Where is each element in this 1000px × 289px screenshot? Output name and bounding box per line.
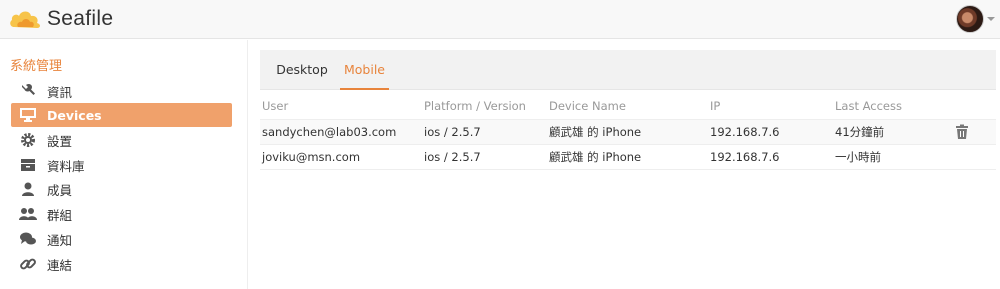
column-header-platform: Platform / Version — [422, 93, 547, 120]
table-row: joviku@msn.com ios / 2.5.7 顧武雄 的 iPhone … — [260, 144, 996, 170]
tab-mobile[interactable]: Mobile — [340, 50, 389, 90]
monitor-icon — [18, 105, 38, 125]
cell-device-name: 顧武雄 的 iPhone — [547, 119, 708, 145]
table-header-row: User Platform / Version Device Name IP L… — [260, 93, 996, 120]
sidebar-item-label: 資訊 — [47, 84, 73, 100]
cell-device-name: 顧武雄 的 iPhone — [547, 144, 708, 170]
cell-actions — [953, 144, 996, 170]
main-content: Desktop Mobile User Platform / Version D… — [258, 50, 996, 289]
trash-icon[interactable] — [955, 124, 969, 140]
sidebar-item-label: 設置 — [47, 133, 73, 149]
column-header-ip: IP — [708, 93, 833, 120]
link-icon — [18, 254, 38, 274]
table-row: sandychen@lab03.com ios / 2.5.7 顧武雄 的 iP… — [260, 119, 996, 145]
admin-sidebar: 系統管理 資訊 Devices 設置 資料庫 成員 群組 通知 連結 — [0, 40, 248, 289]
column-header-last-access: Last Access — [833, 93, 953, 120]
sidebar-title: 系統管理 — [10, 59, 63, 74]
gear-icon — [18, 130, 38, 150]
drawer-icon — [18, 155, 38, 175]
cell-ip: 192.168.7.6 — [708, 144, 833, 170]
sidebar-item-label: 通知 — [47, 232, 73, 248]
seafile-cloud-logo-icon — [10, 11, 40, 28]
user-icon — [18, 179, 38, 199]
sidebar-item-label: 成員 — [47, 182, 73, 198]
top-header: Seafile — [0, 0, 1000, 39]
sidebar-item-devices[interactable]: Devices — [11, 103, 232, 127]
sidebar-item-label: 群組 — [47, 207, 73, 223]
sidebar-item-libraries[interactable]: 資料庫 — [11, 153, 232, 177]
seafile-logo[interactable]: Seafile — [8, 6, 113, 32]
sidebar-item-label: 資料庫 — [47, 158, 85, 174]
sidebar-item-label: 連結 — [47, 257, 73, 273]
cell-platform: ios / 2.5.7 — [422, 144, 547, 170]
sidebar-item-settings[interactable]: 設置 — [11, 128, 232, 152]
cell-platform: ios / 2.5.7 — [422, 119, 547, 145]
cell-ip: 192.168.7.6 — [708, 119, 833, 145]
sidebar-item-notifications[interactable]: 通知 — [11, 227, 232, 251]
sidebar-item-info[interactable]: 資訊 — [11, 79, 232, 103]
column-header-user: User — [260, 93, 422, 120]
cell-last-access: 41分鐘前 — [833, 119, 953, 145]
devices-table: User Platform / Version Device Name IP L… — [260, 93, 996, 170]
brand-name: Seafile — [47, 7, 114, 30]
wrench-icon — [18, 81, 38, 101]
chat-icon — [18, 229, 38, 249]
column-header-actions — [953, 93, 996, 120]
sidebar-item-label: Devices — [47, 107, 102, 123]
device-tabs: Desktop Mobile — [260, 50, 996, 90]
column-header-device-name: Device Name — [547, 93, 708, 120]
group-icon — [18, 204, 38, 224]
cell-user: sandychen@lab03.com — [260, 119, 422, 145]
cell-actions — [953, 119, 996, 145]
sidebar-item-users[interactable]: 成員 — [11, 177, 232, 201]
chevron-down-icon[interactable] — [987, 17, 995, 21]
tab-desktop[interactable]: Desktop — [268, 50, 336, 90]
cell-last-access: 一小時前 — [833, 144, 953, 170]
sidebar-item-links[interactable]: 連結 — [11, 252, 232, 276]
sidebar-item-groups[interactable]: 群組 — [11, 202, 232, 226]
cell-user: joviku@msn.com — [260, 144, 422, 170]
user-avatar[interactable] — [956, 5, 984, 33]
